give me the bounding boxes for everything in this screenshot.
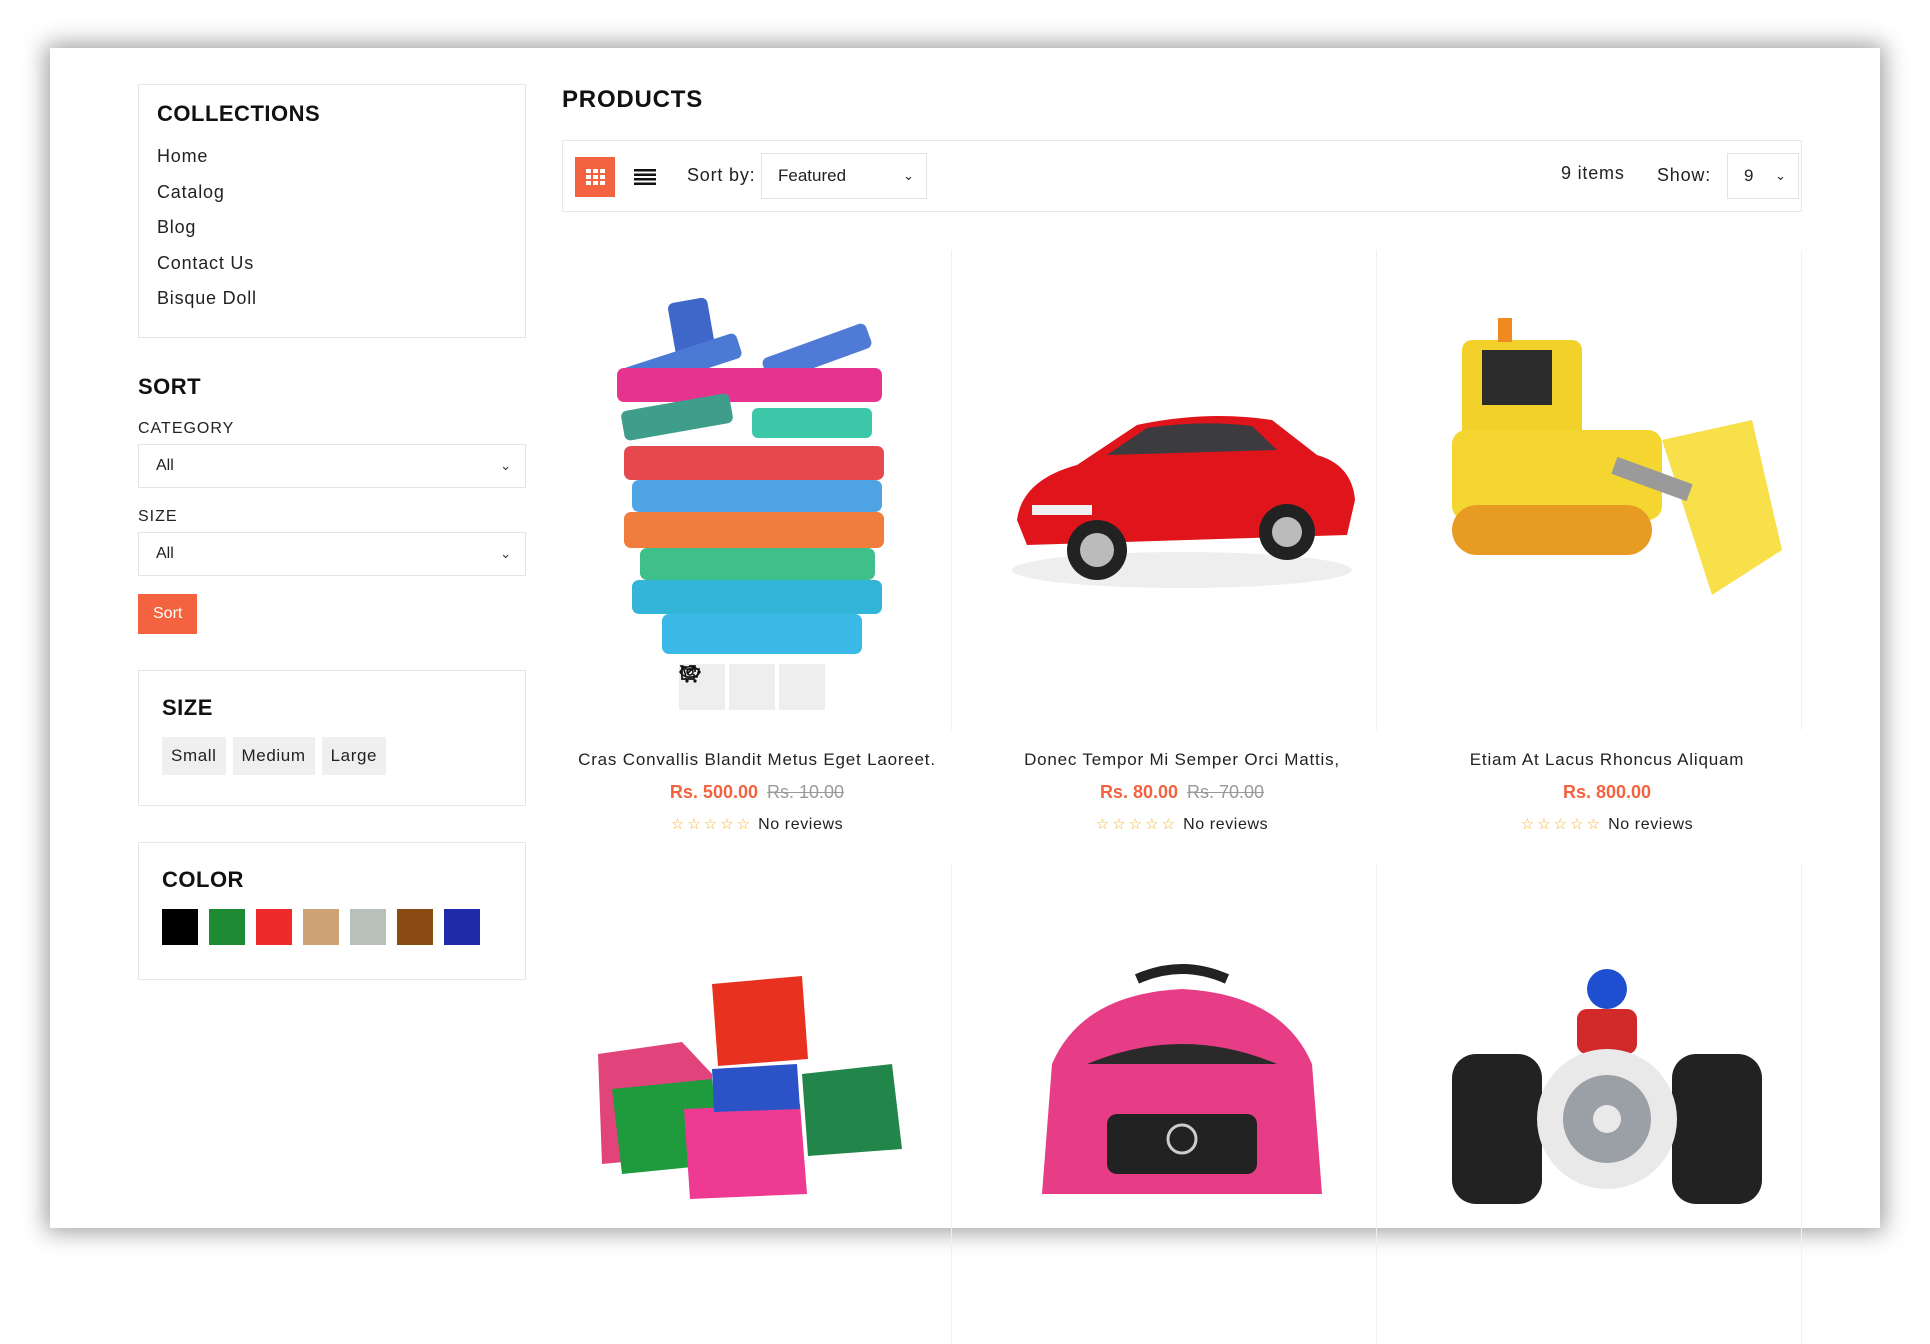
sort-by-label: Sort by: (687, 165, 756, 185)
product-image-pink-ride-on-car[interactable] (987, 864, 1377, 1344)
color-swatches (162, 909, 502, 945)
product-rating: ☆☆☆☆☆ No reviews (562, 815, 952, 834)
size-select-value: All (156, 545, 174, 562)
color-swatch-brown[interactable] (397, 909, 433, 945)
size-filter-panel: SIZE Small Medium Large (138, 670, 526, 806)
color-filter-title: COLOR (162, 867, 244, 892)
reviews-text: No reviews (758, 816, 844, 833)
chevron-down-icon: ⌄ (500, 546, 511, 561)
list-icon (634, 169, 656, 185)
size-label: SIZE (138, 508, 178, 525)
product-name[interactable]: Etiam At Lacus Rhoncus Aliquam (1412, 750, 1802, 770)
color-swatch-tan[interactable] (303, 909, 339, 945)
size-option-medium[interactable]: Medium (232, 737, 315, 775)
collections-panel: COLLECTIONS Home Catalog Blog Contact Us… (138, 84, 526, 338)
sort-by-select[interactable]: Featured ⌄ (761, 153, 927, 199)
product-image-stacked-chalk[interactable] (562, 250, 952, 730)
collection-link-blog[interactable]: Blog (157, 210, 507, 246)
category-select[interactable]: All ⌄ (138, 444, 526, 488)
pink-ride-on-car-image (1042, 964, 1322, 1194)
size-options: Small Medium Large (162, 737, 502, 775)
size-select[interactable]: All ⌄ (138, 532, 526, 576)
collection-link-home[interactable]: Home (157, 139, 507, 175)
open-product-button[interactable] (681, 664, 825, 710)
sidebar: COLLECTIONS Home Catalog Blog Contact Us… (138, 84, 526, 980)
product-card (562, 864, 952, 1344)
product-card: Cras Convallis Blandit Metus Eget Laoree… (562, 250, 952, 834)
external-link-icon (681, 665, 696, 680)
collection-link-catalog[interactable]: Catalog (157, 175, 507, 211)
product-image-rc-stunt-vehicle[interactable] (1412, 864, 1802, 1344)
sort-by-value: Featured (778, 166, 847, 185)
category-select-value: All (156, 457, 174, 474)
quick-actions (679, 664, 825, 710)
sort-button[interactable]: Sort (138, 594, 198, 634)
product-price: Rs. 80.00 Rs. 70.00 (987, 782, 1377, 803)
page-frame: COLLECTIONS Home Catalog Blog Contact Us… (50, 48, 1880, 1344)
category-label: CATEGORY (138, 420, 235, 437)
rating-stars-icon: ☆☆☆☆☆ (1095, 816, 1179, 833)
show-label: Show: (1657, 165, 1712, 185)
product-image-red-car[interactable] (987, 250, 1377, 730)
page-title: PRODUCTS (562, 86, 704, 113)
size-option-large[interactable]: Large (321, 737, 387, 775)
product-rating: ☆☆☆☆☆ No reviews (987, 815, 1377, 834)
items-count: 9 items (1561, 163, 1625, 183)
wooden-blocks-image (598, 976, 902, 1199)
products-toolbar: Sort by: Featured ⌄ 9 items Show: 9 ⌄ (562, 140, 1802, 212)
color-swatch-red[interactable] (256, 909, 292, 945)
current-price: Rs. 500.00 (669, 782, 758, 802)
product-card (1412, 864, 1802, 1344)
current-price: Rs. 80.00 (1099, 782, 1178, 802)
product-image-yellow-bulldozer[interactable] (1412, 250, 1802, 730)
color-swatch-black[interactable] (162, 909, 198, 945)
product-image-wooden-blocks[interactable] (562, 864, 952, 1344)
old-price: Rs. 70.00 (1187, 782, 1265, 802)
sort-panel: SORT CATEGORY All ⌄ SIZE All ⌄ Sort (138, 374, 526, 634)
reviews-text: No reviews (1183, 816, 1269, 833)
rating-stars-icon: ☆☆☆☆☆ (670, 816, 754, 833)
red-toy-car-image (1012, 416, 1355, 588)
product-price: Rs. 500.00 Rs. 10.00 (562, 782, 952, 803)
chalk-sticks-image (617, 297, 884, 654)
product-rating: ☆☆☆☆☆ No reviews (1412, 815, 1802, 834)
size-option-small[interactable]: Small (162, 737, 226, 775)
size-filter-title: SIZE (162, 695, 213, 720)
chevron-down-icon: ⌄ (903, 168, 914, 183)
show-count-select[interactable]: 9 ⌄ (1727, 153, 1799, 199)
old-price: Rs. 10.00 (767, 782, 845, 802)
color-filter-panel: COLOR (138, 842, 526, 980)
chevron-down-icon: ⌄ (1775, 168, 1786, 183)
sort-title: SORT (138, 374, 202, 399)
chevron-down-icon: ⌄ (500, 458, 511, 473)
grid-view-button[interactable] (575, 157, 615, 197)
list-view-button[interactable] (629, 161, 661, 193)
current-price: Rs. 800.00 (1562, 782, 1652, 802)
yellow-bulldozer-image (1452, 318, 1782, 595)
collection-link-contact-us[interactable]: Contact Us (157, 246, 507, 282)
products-main: PRODUCTS Sort by: Featured ⌄ 9 items Sho… (562, 84, 1802, 1344)
product-price: Rs. 800.00 (1412, 782, 1802, 803)
color-swatch-blue[interactable] (444, 909, 480, 945)
rating-stars-icon: ☆☆☆☆☆ (1520, 816, 1604, 833)
product-card: Etiam At Lacus Rhoncus Aliquam Rs. 800.0… (1412, 250, 1802, 834)
collections-list: Home Catalog Blog Contact Us Bisque Doll (157, 139, 507, 317)
product-card (987, 864, 1377, 1344)
color-swatch-gray[interactable] (350, 909, 386, 945)
collection-link-bisque-doll[interactable]: Bisque Doll (157, 281, 507, 317)
reviews-text: No reviews (1608, 816, 1694, 833)
product-name[interactable]: Cras Convallis Blandit Metus Eget Laoree… (562, 750, 952, 770)
product-card: Donec Tempor Mi Semper Orci Mattis, Rs. … (987, 250, 1377, 834)
color-swatch-green[interactable] (209, 909, 245, 945)
product-name[interactable]: Donec Tempor Mi Semper Orci Mattis, (987, 750, 1377, 770)
collections-title: COLLECTIONS (157, 101, 321, 126)
quick-view-button[interactable] (679, 664, 775, 710)
grid-icon (586, 169, 605, 185)
show-count-value: 9 (1744, 166, 1754, 185)
rc-stunt-vehicle-image (1452, 969, 1762, 1204)
